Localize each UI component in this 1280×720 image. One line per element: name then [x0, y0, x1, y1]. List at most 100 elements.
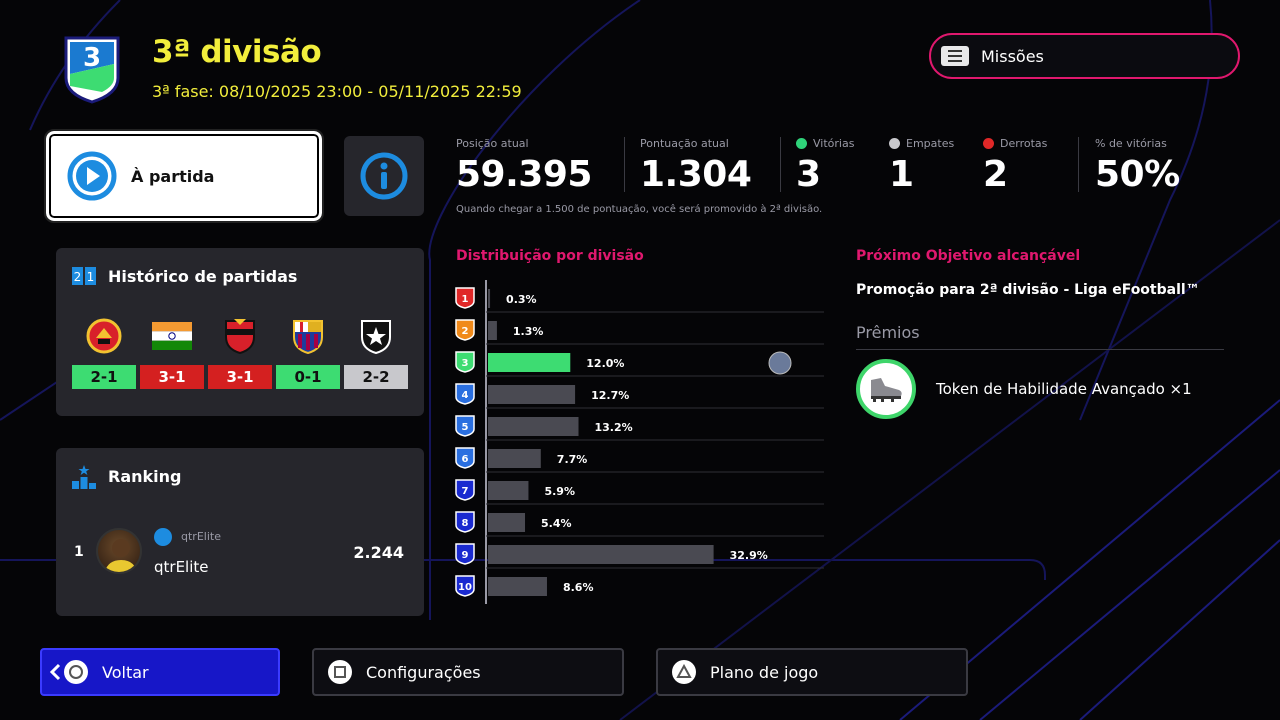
play-match-label: À partida — [131, 166, 215, 186]
distribution-value-label: 0.3% — [506, 293, 537, 306]
back-label: Voltar — [102, 662, 149, 682]
distribution-value-label: 1.3% — [513, 325, 544, 338]
stat-divider — [624, 137, 625, 192]
match-history-list: 2-1 3-1 3-1 0-1 2-2 — [72, 316, 408, 389]
stat-wins-value: 3 — [796, 154, 821, 195]
missions-button[interactable]: Missões — [929, 33, 1240, 79]
manchester-united-crest-icon — [84, 316, 124, 356]
stat-divider — [1078, 137, 1079, 192]
distribution-value-label: 12.7% — [591, 389, 629, 402]
losses-dot-icon — [983, 138, 994, 149]
division-badge: 3 — [455, 351, 475, 373]
division-badge-label: 3 — [462, 358, 469, 369]
division-badge-label: 9 — [462, 550, 469, 561]
play-icon — [67, 151, 117, 201]
distribution-value-label: 12.0% — [586, 357, 624, 370]
division-badge: 7 — [455, 479, 475, 501]
info-icon — [360, 152, 408, 200]
ranking-points: 2.244 — [353, 543, 404, 562]
game-plan-button[interactable]: Plano de jogo — [656, 648, 968, 696]
division-badge-label: 5 — [462, 422, 469, 433]
distribution-value-label: 13.2% — [595, 421, 633, 434]
triangle-button-icon — [672, 660, 696, 684]
back-button[interactable]: Voltar — [40, 648, 280, 696]
match-history-item[interactable]: 3-1 — [140, 316, 204, 389]
division-badge-label: 6 — [462, 454, 469, 465]
stat-draws: Empates 1 — [889, 137, 954, 195]
match-history-panel: 2 1 Histórico de partidas 2-1 3-1 3-1 0-… — [56, 248, 424, 416]
stat-points-label: Pontuação atual — [640, 137, 729, 150]
division-badge: 10 — [455, 575, 475, 597]
chevron-left-icon — [49, 663, 61, 681]
distribution-bar — [488, 481, 529, 500]
division-badge-label: 10 — [458, 582, 472, 593]
division-badge-label: 8 — [462, 518, 469, 529]
distribution-bar — [488, 513, 526, 532]
division-badge: 5 — [455, 415, 475, 437]
play-match-button[interactable]: À partida — [44, 129, 324, 223]
distribution-value-label: 32.9% — [730, 549, 768, 562]
boot-icon[interactable] — [856, 359, 916, 419]
match-history-item[interactable]: 0-1 — [276, 316, 340, 389]
stat-wins-label: Vitórias — [813, 137, 855, 150]
objective-text: Promoção para 2ª divisão - Liga eFootbal… — [856, 282, 1200, 298]
division-badge-label: 4 — [462, 390, 469, 401]
distribution-value-label: 7.7% — [557, 453, 588, 466]
ranking-panel[interactable]: Ranking 1 qtrElite qtrElite 2.244 — [56, 448, 424, 616]
match-history-title: Histórico de partidas — [108, 267, 298, 286]
stat-wins: Vitórias 3 — [796, 137, 854, 195]
distribution-bar — [488, 417, 579, 436]
division-badge: 4 — [455, 383, 475, 405]
stat-win-pct-value: 50% — [1095, 154, 1180, 195]
avatar — [96, 528, 142, 574]
stat-win-pct-label: % de vitórias — [1095, 137, 1167, 150]
distribution-bar — [488, 321, 497, 340]
distribution-bar — [488, 289, 491, 308]
match-score: 2-1 — [72, 365, 136, 389]
stat-position: Posição atual 59.395 — [456, 137, 592, 195]
stat-divider — [780, 137, 781, 192]
ranking-platform-name: qtrElite — [181, 530, 221, 543]
botafogo-crest-icon — [356, 316, 396, 356]
division-badge-label: 7 — [462, 486, 469, 497]
square-button-icon — [328, 660, 352, 684]
page-title: 3ª divisão — [152, 34, 322, 70]
match-score: 3-1 — [208, 365, 272, 389]
division-badge: 2 — [455, 319, 475, 341]
stat-losses-label: Derrotas — [1000, 137, 1048, 150]
division-badge: 1 — [455, 287, 475, 309]
podium-icon — [72, 465, 96, 489]
distribution-value-label: 5.4% — [541, 517, 572, 530]
svg-text:2: 2 — [74, 270, 82, 284]
stat-losses-value: 2 — [983, 154, 1008, 195]
stat-win-pct: % de vitórias 50% — [1095, 137, 1180, 195]
settings-label: Configurações — [366, 662, 481, 682]
match-score: 3-1 — [140, 365, 204, 389]
player-position-avatar — [768, 351, 792, 375]
match-history-item[interactable]: 2-1 — [72, 316, 136, 389]
match-score: 0-1 — [276, 365, 340, 389]
barcelona-crest-icon — [288, 316, 328, 356]
division-badge: 8 — [455, 511, 475, 533]
objective-title: Próximo Objetivo alcançável — [856, 248, 1081, 264]
svg-text:1: 1 — [87, 270, 95, 284]
info-button[interactable] — [344, 136, 424, 216]
missions-label: Missões — [981, 46, 1044, 66]
stat-draws-label: Empates — [906, 137, 955, 150]
match-history-item[interactable]: 2-2 — [344, 316, 408, 389]
distribution-chart: 1 0.3% 2 1.3% 3 12.0% 4 12.7% 5 13.2% 6 7.7% 7 5.9% 8 5… — [455, 280, 824, 604]
prizes-divider — [856, 349, 1224, 350]
distribution-bar — [488, 353, 571, 372]
match-history-item[interactable]: 3-1 — [208, 316, 272, 389]
division-badge: 6 — [455, 447, 475, 469]
distribution-value-label: 5.9% — [544, 485, 575, 498]
distribution-bar — [488, 385, 576, 404]
prize-label: Token de Habilidade Avançado ×1 — [936, 380, 1192, 398]
distribution-bar — [488, 577, 547, 596]
draws-dot-icon — [889, 138, 900, 149]
stat-position-value: 59.395 — [456, 154, 592, 195]
stat-points-value: 1.304 — [640, 154, 752, 195]
settings-button[interactable]: Configurações — [312, 648, 624, 696]
india-flag-icon — [152, 316, 192, 356]
promotion-note: Quando chegar a 1.500 de pontuação, você… — [456, 204, 823, 215]
